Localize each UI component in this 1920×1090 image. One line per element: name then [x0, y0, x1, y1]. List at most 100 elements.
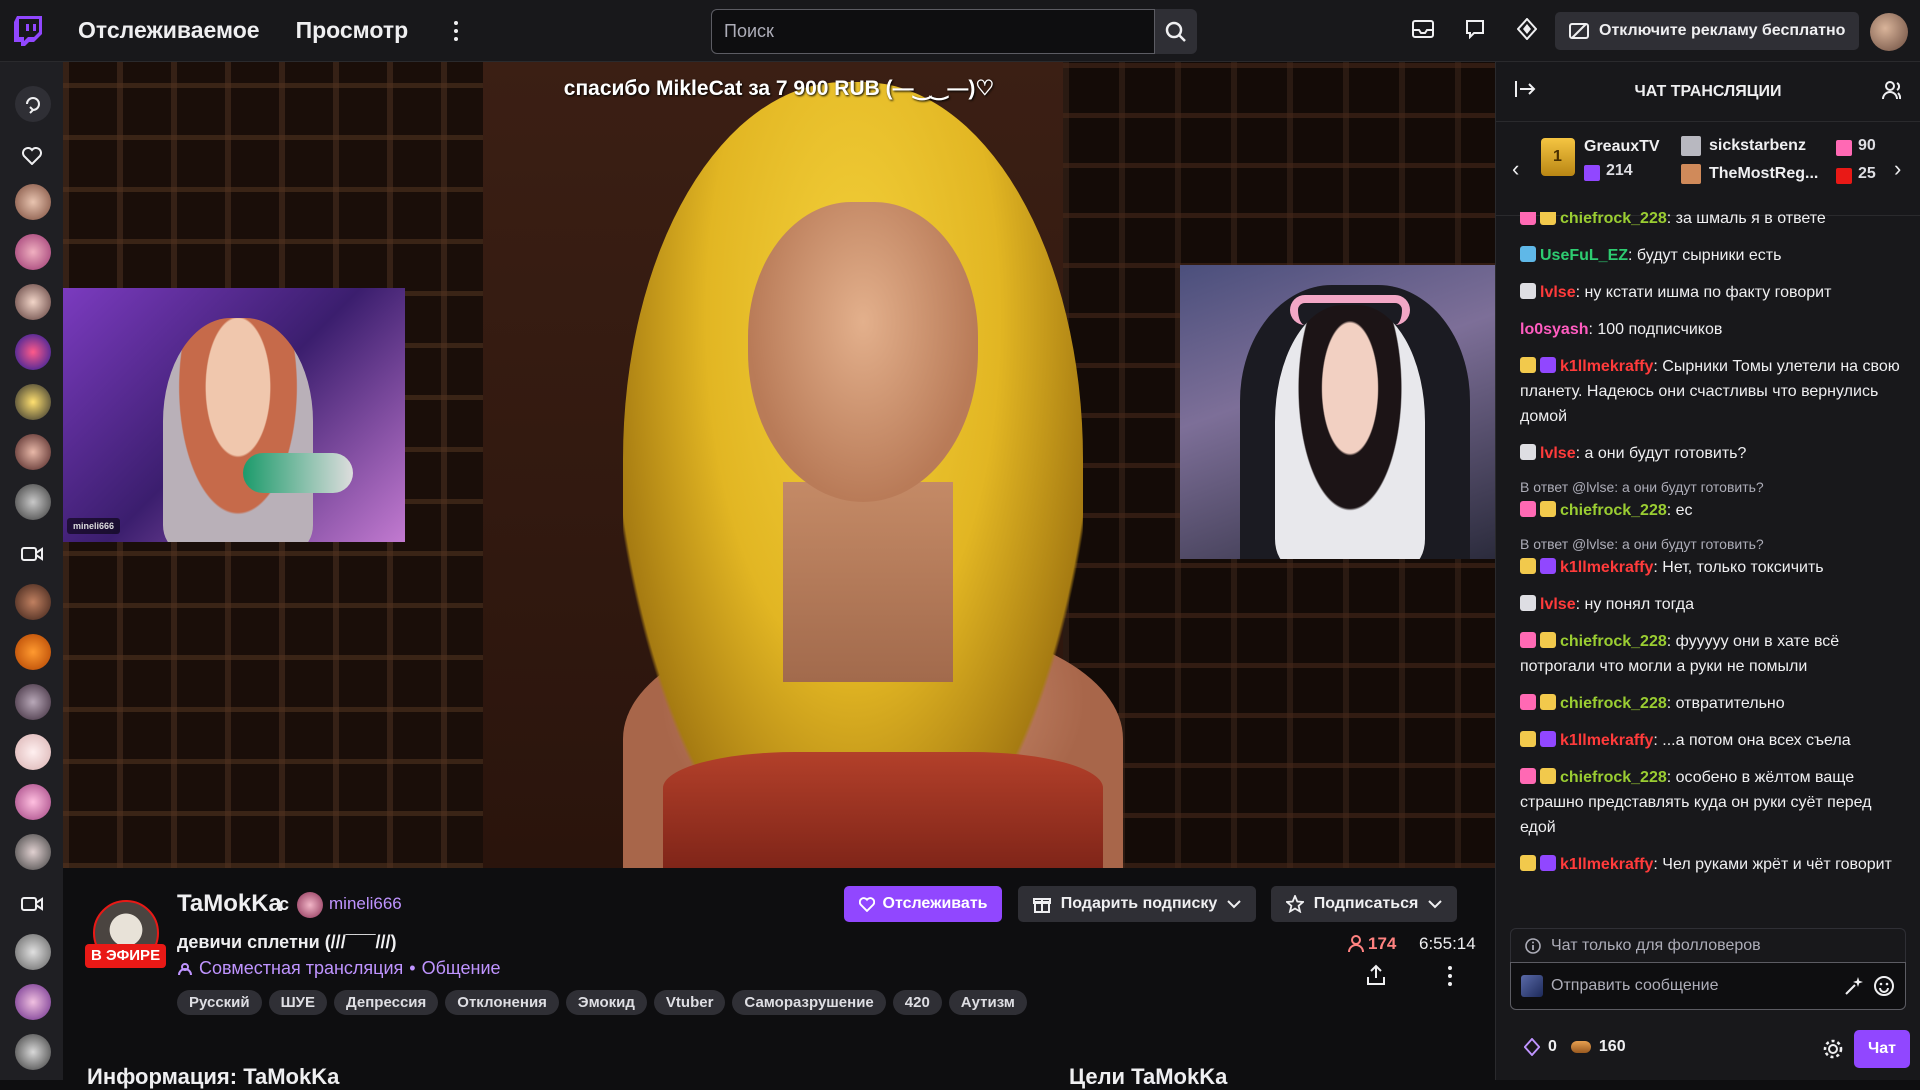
chat-badge-icon[interactable] — [1520, 246, 1536, 262]
co-streamer-name[interactable]: mineli666 — [329, 894, 402, 914]
followed-channel-avatar[interactable] — [15, 234, 51, 270]
chat-badge-icon[interactable] — [1520, 444, 1536, 460]
chat-username[interactable]: chiefrock_228 — [1560, 769, 1667, 786]
chat-badge-icon[interactable] — [1520, 694, 1536, 710]
sparkle-icon[interactable] — [1843, 975, 1865, 997]
chat-badge-icon[interactable] — [1520, 595, 1536, 611]
chat-username[interactable]: k1llmekraffy — [1560, 856, 1653, 873]
chat-username[interactable]: UseFuL_EZ — [1540, 247, 1628, 264]
recommended-channel-avatar[interactable] — [15, 934, 51, 970]
reply-context[interactable]: В ответ @lvlse: а они будут готовить? — [1520, 478, 1901, 496]
search-button[interactable] — [1155, 9, 1197, 54]
more-options-icon[interactable] — [1443, 964, 1457, 988]
chat-username[interactable]: lvlse — [1540, 445, 1576, 462]
chat-username[interactable]: lo0syash — [1520, 321, 1588, 338]
chat-badge-icon[interactable] — [1540, 768, 1556, 784]
chat-username[interactable]: k1llmekraffy — [1560, 732, 1653, 749]
chat-badge-icon[interactable] — [1540, 558, 1556, 574]
search-input[interactable] — [711, 9, 1155, 54]
recommended-channel-avatar[interactable] — [15, 834, 51, 870]
chat-badge-icon[interactable] — [1520, 357, 1536, 373]
chat-badge-icon[interactable] — [1520, 731, 1536, 747]
emote-picker-icon[interactable] — [1873, 975, 1895, 997]
ad-free-button[interactable]: Отключите рекламу бесплатно — [1555, 12, 1860, 50]
stream-tag[interactable]: 420 — [892, 990, 942, 1015]
chat-username[interactable]: chiefrock_228 — [1560, 695, 1667, 712]
followed-channel-avatar[interactable] — [15, 334, 51, 370]
collab-link[interactable]: Совместная трансляция — [199, 958, 403, 979]
followed-channel-avatar[interactable] — [15, 184, 51, 220]
recommended-channel-avatar[interactable] — [15, 784, 51, 820]
twitch-logo-icon[interactable] — [14, 15, 42, 46]
stream-tag[interactable]: Vtuber — [653, 990, 726, 1015]
stream-tag[interactable]: Отклонения — [445, 990, 559, 1015]
channel-points[interactable]: 0 160 — [1524, 1038, 1626, 1056]
stream-tag[interactable]: ШУЕ — [268, 990, 328, 1015]
chat-message-input[interactable] — [1551, 977, 1835, 995]
chat-username[interactable]: k1llmekraffy — [1560, 358, 1653, 375]
send-chat-button[interactable]: Чат — [1854, 1030, 1910, 1068]
recommended-channel-avatar[interactable] — [15, 984, 51, 1020]
recommended-channel-avatar[interactable] — [15, 684, 51, 720]
chat-badge-icon[interactable] — [1520, 632, 1536, 648]
recommended-channel-avatar[interactable] — [15, 1034, 51, 1070]
collapse-sidebar-icon[interactable] — [15, 86, 51, 122]
stream-tag[interactable]: Аутизм — [948, 990, 1027, 1015]
chat-username[interactable]: chiefrock_228 — [1560, 633, 1667, 650]
streamer-name[interactable]: TaMokKa — [177, 890, 282, 918]
chat-username[interactable]: k1llmekraffy — [1560, 559, 1653, 576]
chat-badge-icon[interactable] — [1540, 632, 1556, 648]
inbox-icon[interactable] — [1410, 16, 1436, 42]
nav-browse-link[interactable]: Просмотр — [296, 17, 409, 44]
followed-channel-avatar[interactable] — [15, 484, 51, 520]
prime-icon[interactable] — [1514, 16, 1540, 42]
recommended-channel-avatar[interactable] — [15, 634, 51, 670]
whispers-icon[interactable] — [1462, 16, 1488, 42]
leaderboard-third-name[interactable]: TheMostReg... — [1709, 165, 1818, 183]
collapse-chat-icon[interactable] — [1514, 80, 1536, 103]
subscribe-button[interactable]: Подписаться — [1271, 886, 1457, 922]
leaderboard-first-name[interactable]: GreauxTV — [1584, 138, 1660, 156]
chat-username[interactable]: chiefrock_228 — [1560, 212, 1667, 227]
chat-badge-icon[interactable] — [1540, 731, 1556, 747]
chat-badge-icon[interactable] — [1540, 212, 1556, 225]
chat-badge-icon[interactable] — [1520, 768, 1536, 784]
chat-badge-icon[interactable] — [1520, 558, 1536, 574]
chat-username[interactable]: chiefrock_228 — [1560, 502, 1667, 519]
chat-badge-icon[interactable] — [1540, 694, 1556, 710]
chat-badge-icon[interactable] — [1540, 501, 1556, 517]
chat-badge-icon[interactable] — [1520, 283, 1536, 299]
leaderboard-second-name[interactable]: sickstarbenz — [1709, 137, 1806, 155]
stream-tag[interactable]: Саморазрушение — [732, 990, 886, 1015]
reply-context[interactable]: В ответ @lvlse: а они будут готовить? — [1520, 535, 1901, 553]
video-player[interactable]: спасибо MikleCat за 7 900 RUB (—‿‿—)♡ mi… — [63, 62, 1495, 868]
user-avatar[interactable] — [1870, 13, 1908, 51]
community-users-icon[interactable] — [1882, 80, 1904, 105]
chat-badge-icon[interactable] — [1520, 212, 1536, 225]
recommended-channel-avatar[interactable] — [15, 584, 51, 620]
share-icon[interactable] — [1365, 964, 1389, 988]
heart-icon[interactable] — [20, 144, 44, 168]
chevron-right-icon[interactable]: › — [1894, 156, 1901, 182]
nav-following-link[interactable]: Отслеживаемое — [78, 17, 260, 44]
chevron-left-icon[interactable]: ‹ — [1512, 156, 1519, 182]
followed-channel-avatar[interactable] — [15, 434, 51, 470]
followed-channel-avatar[interactable] — [15, 384, 51, 420]
stream-tag[interactable]: Депрессия — [334, 990, 439, 1015]
gear-icon[interactable] — [1822, 1038, 1844, 1065]
recommended-channel-avatar[interactable] — [15, 734, 51, 770]
follow-button[interactable]: Отслеживать — [844, 886, 1002, 922]
chat-username[interactable]: lvlse — [1540, 284, 1576, 301]
chat-badge-icon[interactable] — [1540, 855, 1556, 871]
chat-badge-icon[interactable] — [1520, 501, 1536, 517]
followed-channel-avatar[interactable] — [15, 284, 51, 320]
category-link[interactable]: Общение — [422, 958, 501, 979]
chat-username[interactable]: lvlse — [1540, 596, 1576, 613]
co-streamer-avatar[interactable] — [297, 892, 323, 918]
chat-badge-icon[interactable] — [1540, 357, 1556, 373]
more-menu-icon[interactable] — [446, 20, 466, 41]
chat-badge-icon[interactable] — [1520, 855, 1536, 871]
gift-subscription-button[interactable]: Подарить подписку — [1018, 886, 1256, 922]
stream-tag[interactable]: Эмокид — [565, 990, 647, 1015]
stream-tag[interactable]: Русский — [177, 990, 262, 1015]
